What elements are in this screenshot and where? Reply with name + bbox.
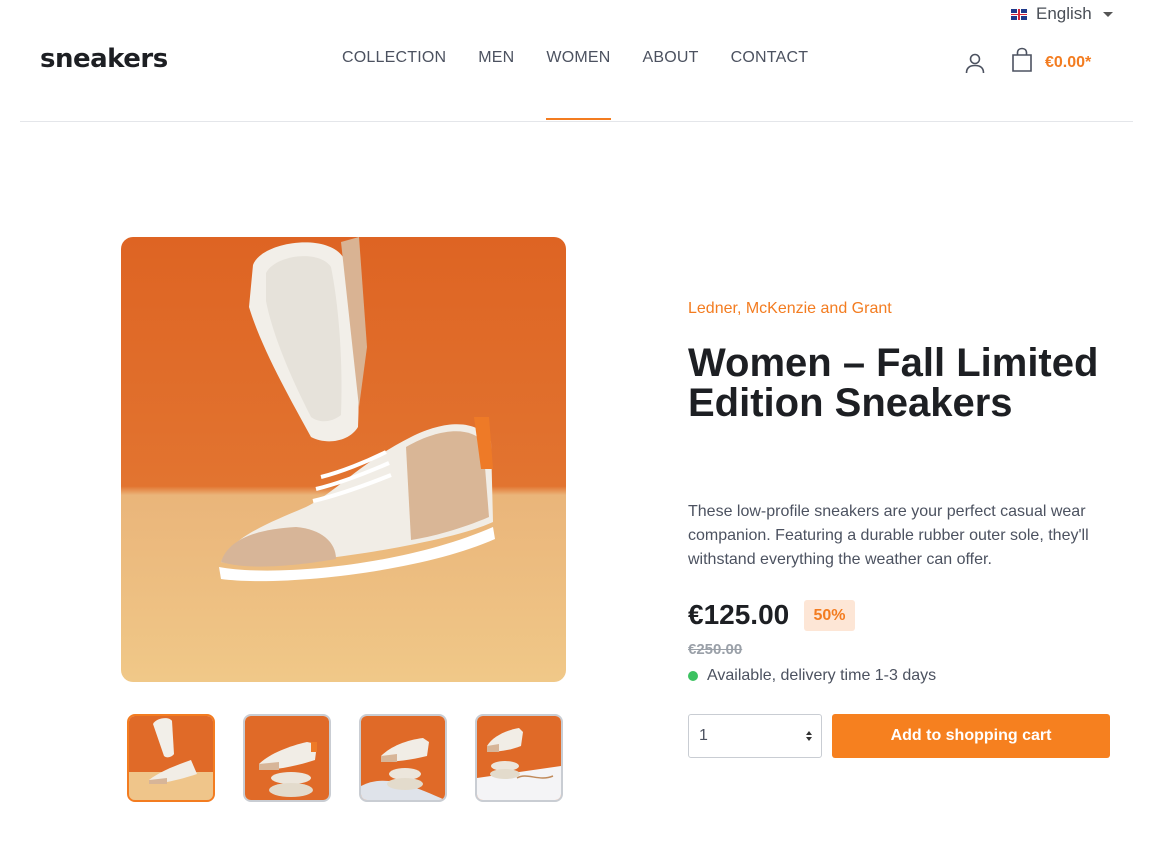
manufacturer-link[interactable]: Ledner, McKenzie and Grant: [688, 300, 892, 318]
nav-item-men[interactable]: MEN: [478, 0, 514, 120]
chevron-down-icon: [1102, 11, 1113, 17]
discount-badge: 50%: [804, 600, 855, 631]
cart-total: €0.00*: [1045, 53, 1092, 71]
list-price: €250.00: [688, 641, 743, 658]
product-thumbnail-4[interactable]: [475, 714, 563, 802]
product-description: These low-profile sneakers are your perf…: [688, 503, 1089, 568]
nav-item-collection[interactable]: COLLECTION: [342, 0, 446, 120]
product-thumbnail-1[interactable]: [127, 714, 215, 802]
add-to-cart-button[interactable]: Add to shopping cart: [832, 714, 1110, 758]
uk-flag-icon: [1011, 8, 1027, 20]
spinner-arrows-icon: [806, 731, 812, 741]
availability-status: Available, delivery time 1-3 days: [688, 667, 936, 685]
shopping-bag-icon: [1011, 47, 1033, 78]
quantity-select[interactable]: 1: [688, 714, 822, 758]
cart-button[interactable]: €0.00*: [1011, 47, 1091, 78]
product-main-image[interactable]: [121, 237, 566, 682]
site-logo[interactable]: sneakers: [40, 44, 168, 74]
product-thumbnail-2[interactable]: [243, 714, 331, 802]
nav-item-women[interactable]: WOMEN: [546, 0, 611, 120]
user-icon[interactable]: [963, 51, 987, 75]
nav-item-contact[interactable]: CONTACT: [731, 0, 809, 120]
main-navigation: COLLECTION MEN WOMEN ABOUT CONTACT: [342, 0, 808, 120]
header-divider: [20, 121, 1133, 122]
product-price: €125.00: [688, 599, 790, 630]
quantity-value: 1: [699, 727, 708, 744]
available-dot-icon: [688, 671, 698, 681]
nav-item-about[interactable]: ABOUT: [643, 0, 699, 120]
language-switcher[interactable]: English: [1011, 4, 1113, 24]
language-label: English: [1036, 4, 1092, 23]
availability-text: Available, delivery time 1-3 days: [707, 667, 937, 684]
thumbnail-strip: [127, 714, 563, 802]
product-title: Women – Fall Limited Edition Sneakers: [688, 341, 1099, 425]
product-thumbnail-3[interactable]: [359, 714, 447, 802]
